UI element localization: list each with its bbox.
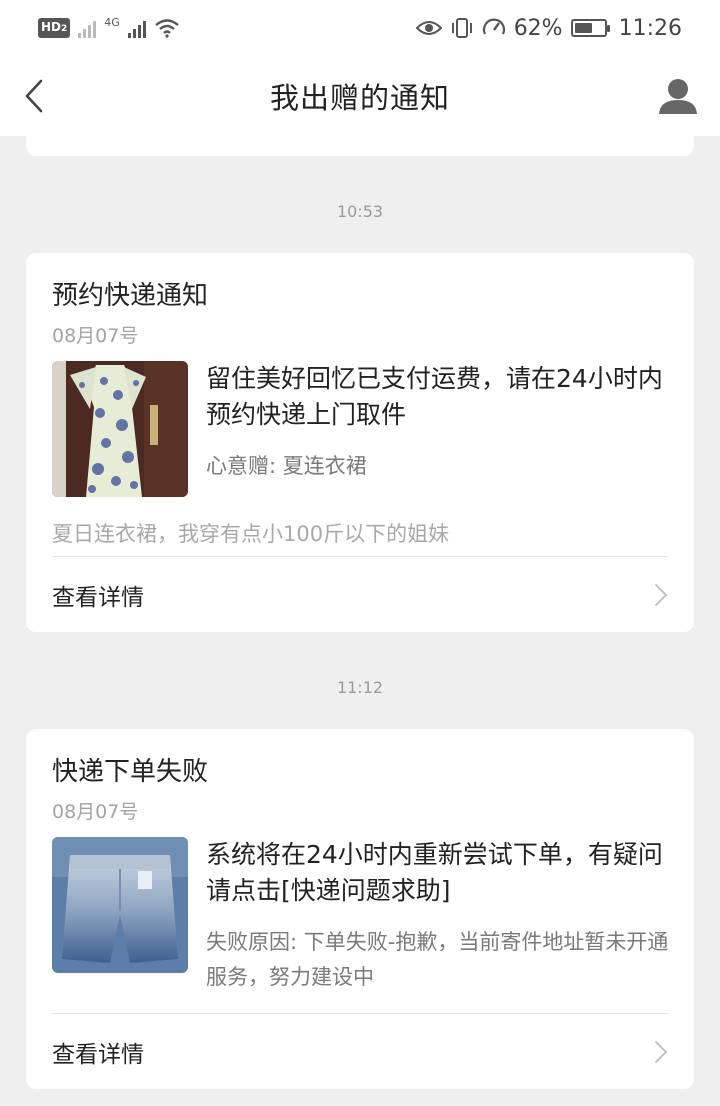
user-avatar-icon — [659, 79, 697, 114]
chevron-left-icon — [25, 79, 43, 113]
network-type-label: 4G — [104, 16, 120, 29]
page-title: 我出赠的通知 — [269, 81, 450, 115]
vibrate-icon — [451, 18, 472, 38]
view-details-label: 查看详情 — [52, 1042, 144, 1068]
back-button[interactable] — [14, 74, 54, 118]
battery-fill — [574, 23, 592, 33]
wifi-icon — [155, 19, 179, 38]
divider — [52, 556, 668, 557]
dress-photo — [52, 361, 188, 497]
notification-date: 08月07号 — [52, 325, 139, 347]
status-bar-right: 62% 11:26 — [415, 15, 682, 41]
eye-comfort-icon — [415, 21, 442, 35]
view-details-label: 查看详情 — [52, 585, 144, 611]
divider — [52, 1013, 668, 1014]
notification-card: 预约快递通知 08月07号 留住美好回忆已支付运费，请在24小时内预约快递上门取… — [26, 253, 694, 632]
hd-badge-label: HD — [41, 20, 62, 34]
notification-message: 系统将在24小时内重新尝试下单，有疑问请点击[快递问题求助] — [206, 840, 663, 905]
notification-title: 快递下单失败 — [52, 757, 209, 787]
notification-message: 留住美好回忆已支付运费，请在24小时内预约快递上门取件 — [206, 364, 663, 429]
chevron-right-icon — [655, 1041, 668, 1063]
notification-title: 预约快递通知 — [52, 281, 209, 311]
speed-gauge-icon — [482, 18, 505, 35]
denim-shorts-photo — [52, 837, 188, 973]
dress-product-image[interactable] — [52, 361, 188, 497]
chevron-right-icon — [655, 584, 668, 606]
battery-percent: 62% — [513, 15, 563, 41]
view-details-row[interactable]: 查看详情 — [26, 1015, 694, 1089]
gift-item-name: 心意赠: 夏连衣裙 — [206, 454, 367, 478]
status-bar: HD2 4G 62% 11:26 — [0, 0, 720, 56]
status-bar-left: HD2 4G — [38, 16, 180, 38]
failure-reason: 失败原因: 下单失败-抱歉，当前寄件地址暂未开通服务，努力建设中 — [206, 930, 669, 989]
shorts-product-image[interactable] — [52, 837, 188, 973]
hd-voice-icon: HD2 — [38, 18, 71, 38]
battery-icon — [570, 19, 610, 37]
signal-no-service-icon — [78, 18, 97, 38]
hd-badge-sub: 2 — [61, 24, 68, 34]
notification-card: 快递下单失败 08月07号 系统将在24小时内重新尝试下单，有疑问请点击[快递问… — [26, 729, 694, 1089]
view-details-row[interactable]: 查看详情 — [26, 558, 694, 632]
notification-date: 08月07号 — [52, 801, 139, 823]
notification-time: 10:53 — [336, 202, 384, 221]
signal-strength-icon — [127, 18, 146, 38]
item-description: 夏日连衣裙，我穿有点小100斤以下的姐妹 — [52, 522, 450, 546]
profile-button[interactable] — [656, 74, 700, 118]
notification-time: 11:12 — [336, 678, 384, 697]
previous-notification-card — [26, 120, 694, 156]
clock: 11:26 — [618, 15, 682, 41]
